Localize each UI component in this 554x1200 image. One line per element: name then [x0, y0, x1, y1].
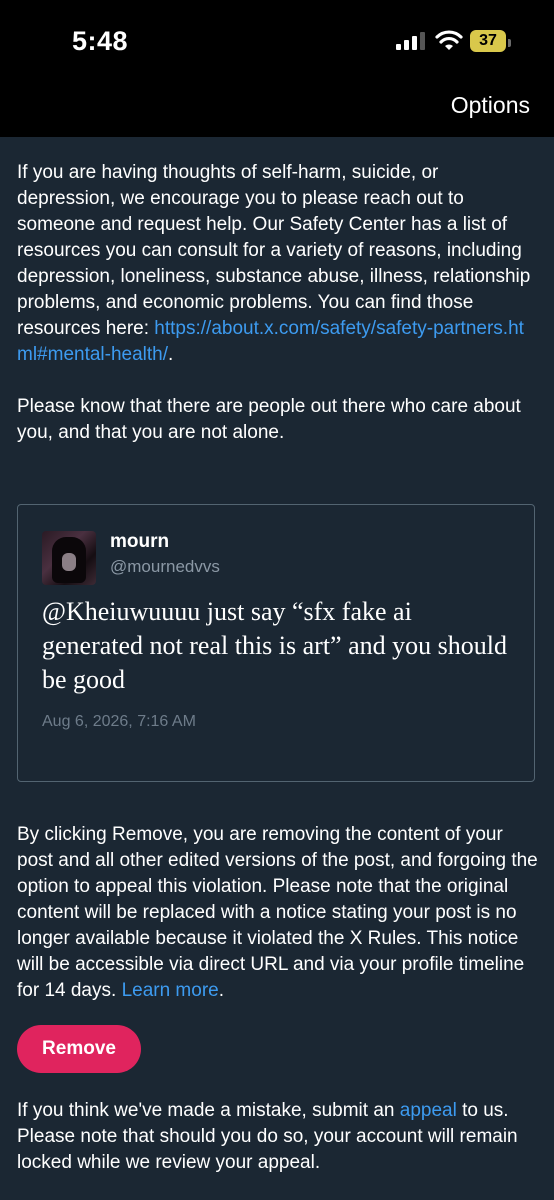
battery-nub	[508, 39, 511, 47]
appeal-link[interactable]: appeal	[400, 1100, 457, 1121]
top-bar: 5:48 37 Options	[0, 0, 554, 137]
battery-icon: 37	[470, 30, 511, 52]
post-author-name: mourn	[110, 531, 170, 552]
remove-button[interactable]: Remove	[17, 1025, 141, 1073]
removal-text: By clicking Remove, you are removing the…	[17, 824, 538, 1001]
removal-notice: By clicking Remove, you are removing the…	[17, 822, 539, 1004]
post-text: @Kheiuwuuuu just say “sfx fake ai genera…	[42, 597, 507, 694]
notice-paragraph-1: If you are having thoughts of self-harm,…	[17, 160, 539, 368]
notice-paragraph-2: Please know that there are people out th…	[17, 396, 521, 443]
notice-text: If you are having thoughts of self-harm,…	[17, 162, 531, 339]
appeal-text-before: If you think we've made a mistake, submi…	[17, 1100, 400, 1121]
avatar	[42, 531, 96, 585]
removal-period: .	[218, 980, 225, 1001]
quoted-post-card: mourn @mournedvvs @Kheiuwuuuu just say “…	[17, 504, 535, 782]
status-time: 5:48	[72, 26, 129, 56]
safety-notice: If you are having thoughts of self-harm,…	[17, 160, 539, 446]
post-timestamp: Aug 6, 2026, 7:16 AM	[42, 713, 196, 730]
cellular-signal-icon	[396, 32, 426, 50]
options-button[interactable]: Options	[451, 92, 530, 119]
post-author-handle: @mournedvvs	[110, 557, 220, 576]
learn-more-link[interactable]: Learn more	[122, 980, 219, 1001]
battery-level: 37	[479, 32, 497, 49]
appeal-notice: If you think we've made a mistake, submi…	[17, 1098, 539, 1176]
notice-period: .	[168, 344, 174, 365]
wifi-icon	[435, 30, 463, 50]
